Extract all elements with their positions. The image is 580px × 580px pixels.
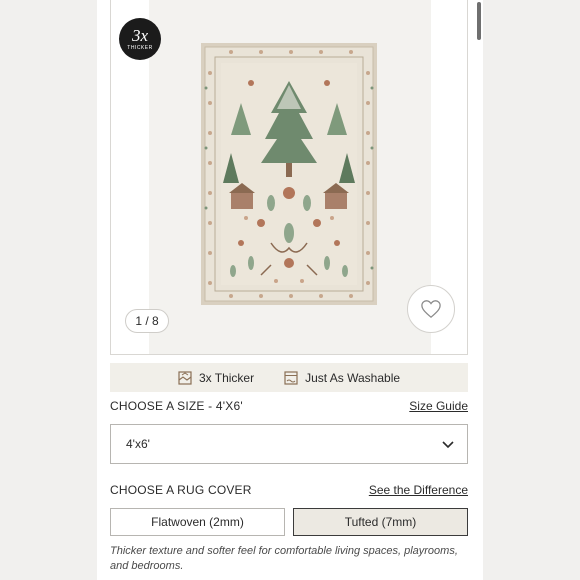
product-gallery[interactable]: 3x THICKER 1 / 8 (110, 0, 468, 355)
size-selected-value: 4'x6' (126, 437, 150, 451)
size-heading: CHOOSE A SIZE - 4'X6' (110, 399, 243, 413)
badge-number: 3x (131, 25, 149, 45)
size-guide-link[interactable]: Size Guide (409, 399, 468, 413)
cover-heading: CHOOSE A RUG COVER (110, 483, 252, 497)
heart-icon (421, 300, 441, 319)
wishlist-button[interactable] (407, 285, 455, 333)
size-select[interactable]: 4'x6' (110, 424, 468, 464)
thicker-icon (178, 370, 192, 385)
see-difference-link[interactable]: See the Difference (369, 483, 468, 497)
feature-washable: Just As Washable (284, 371, 400, 385)
thicker-badge: 3x THICKER (119, 18, 161, 60)
image-counter: 1 / 8 (125, 309, 169, 333)
feature-thicker: 3x Thicker (178, 371, 254, 385)
chevron-down-icon (442, 441, 454, 449)
cover-description: Thicker texture and softer feel for comf… (110, 545, 458, 572)
badge-text: THICKER (127, 44, 153, 51)
feature-bar: 3x Thicker Just As Washable (110, 363, 468, 392)
scrollbar-thumb[interactable] (477, 2, 481, 40)
feature-washable-label: Just As Washable (305, 370, 401, 385)
feature-thicker-label: 3x Thicker (198, 370, 255, 385)
rug-image (201, 43, 377, 305)
washable-icon (284, 370, 298, 385)
cover-option-flatwoven[interactable]: Flatwoven (2mm) (110, 508, 285, 536)
cover-option-tufted[interactable]: Tufted (7mm) (293, 508, 468, 536)
